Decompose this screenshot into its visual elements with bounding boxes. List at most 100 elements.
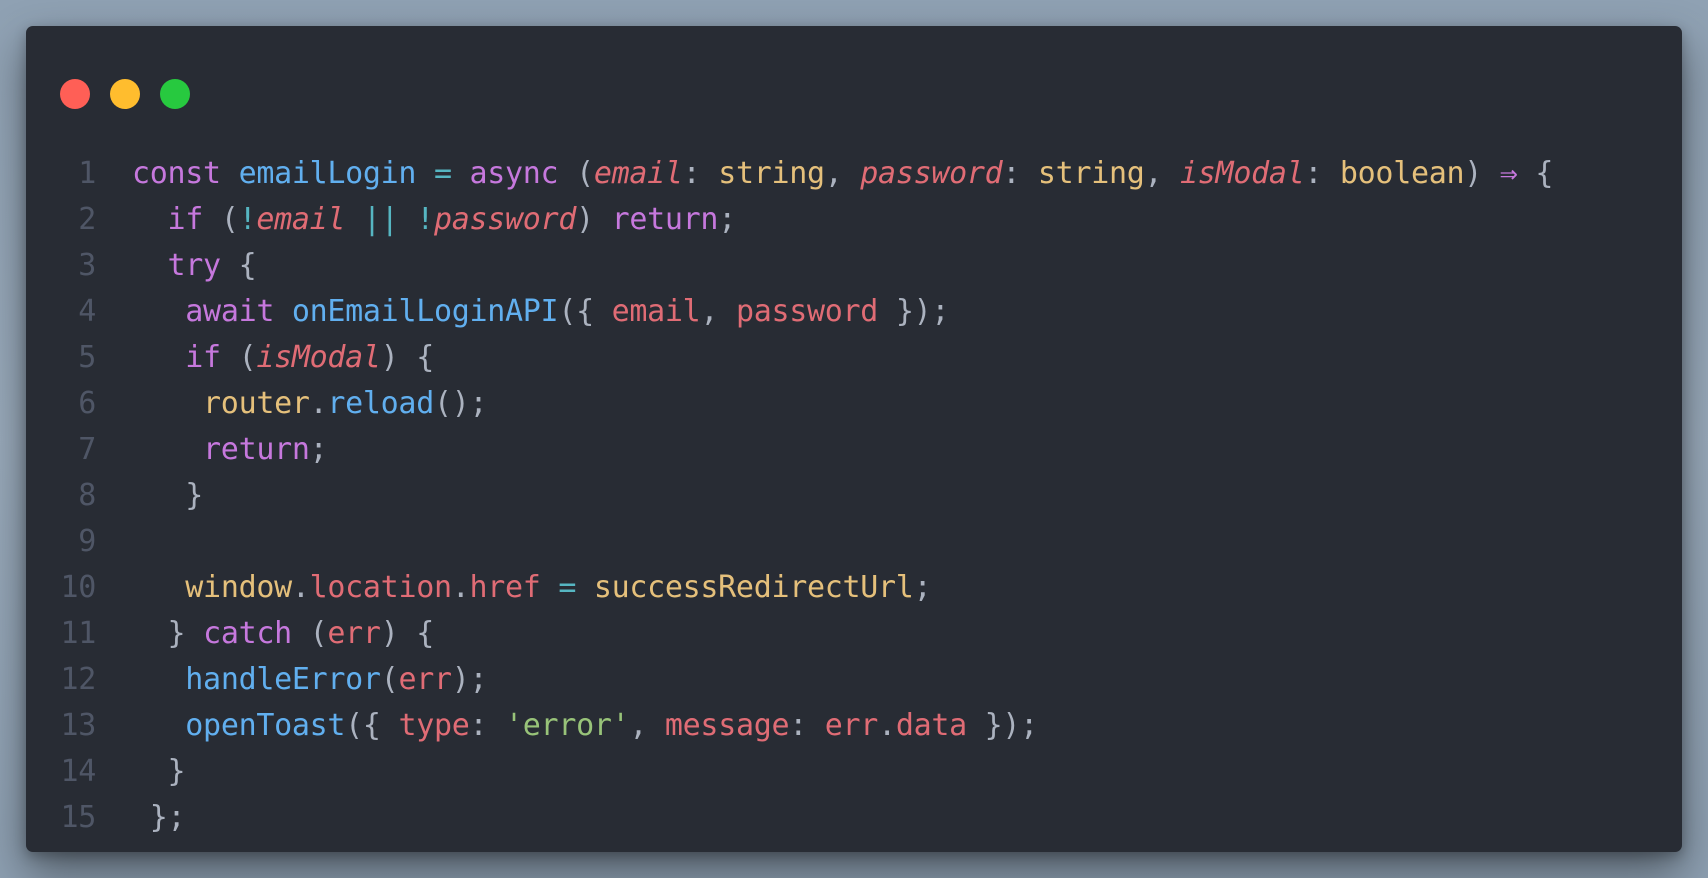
code-token: , <box>700 294 736 329</box>
code-token: password <box>735 294 896 329</box>
code-token: : <box>469 708 506 743</box>
code-line: 8 } <box>26 473 1682 519</box>
line-number: 11 <box>60 616 96 651</box>
code-token: email <box>256 202 363 237</box>
code-token: if <box>167 202 221 237</box>
line-number: 9 <box>78 524 96 559</box>
code-token: router <box>203 386 310 421</box>
code-token: } <box>185 478 204 513</box>
code-token: openToast <box>185 708 346 743</box>
code-text: if (!email || !password) return; <box>132 197 737 243</box>
code-line: 5 if (isModal) { <box>26 335 1682 381</box>
code-token: ); <box>451 662 488 697</box>
minimize-dot-icon[interactable] <box>110 79 140 109</box>
code-token: err <box>824 708 879 743</box>
code-token: (); <box>433 386 488 421</box>
code-token: } <box>167 754 186 789</box>
code-text: window.location.href = successRedirectUr… <box>132 565 931 611</box>
line-number: 14 <box>60 754 96 789</box>
code-token: err <box>398 662 452 697</box>
code-token: ( <box>380 662 399 697</box>
code-token: ( <box>238 340 257 375</box>
code-text: openToast({ type: 'error', message: err.… <box>132 703 1038 749</box>
code-token: . <box>451 570 470 605</box>
code-token: }); <box>895 294 950 329</box>
code-line: 3 try { <box>26 243 1682 289</box>
code-token: }); <box>984 708 1039 743</box>
line-number: 6 <box>78 386 96 421</box>
close-dot-icon[interactable] <box>60 79 90 109</box>
code-token: ; <box>913 570 932 605</box>
code-text: await onEmailLoginAPI({ email, password … <box>132 289 949 335</box>
code-token: = <box>433 156 470 191</box>
code-text: handleError(err); <box>132 657 487 703</box>
code-token: password <box>434 202 577 237</box>
code-token: type <box>398 708 470 743</box>
code-token: string <box>718 156 825 191</box>
code-token: : <box>682 156 719 191</box>
line-number: 4 <box>78 294 96 329</box>
code-text: if (isModal) { <box>132 335 434 381</box>
line-number: 7 <box>78 432 96 467</box>
code-token: || <box>362 202 417 237</box>
code-token: : <box>1304 156 1340 191</box>
code-token: emailLogin <box>238 156 434 191</box>
code-text: router.reload(); <box>132 381 488 427</box>
maximize-dot-icon[interactable] <box>160 79 190 109</box>
code-token: , <box>629 708 665 743</box>
code-token: return <box>611 202 719 237</box>
code-token: ! <box>416 202 434 237</box>
code-token: ) { <box>380 616 435 651</box>
code-token: async <box>469 156 577 191</box>
code-line: 1 const emailLogin = async (email: string… <box>26 151 1682 197</box>
code-line: 13 openToast({ type: 'error', message: e… <box>26 703 1682 749</box>
code-line: 9 <box>26 519 1682 565</box>
code-token: { <box>238 248 257 283</box>
code-line: 11 } catch (err) { <box>26 611 1682 657</box>
code-line: 15 }; <box>26 795 1682 841</box>
code-token: email <box>593 156 683 191</box>
code-token: ; <box>718 202 736 237</box>
code-line: 6 router.reload(); <box>26 381 1682 427</box>
code-text: try { <box>132 243 257 289</box>
code-token: href <box>469 570 559 605</box>
code-token: return <box>203 432 310 467</box>
code-line: 12 handleError(err); <box>26 657 1682 703</box>
code-token: ) { <box>380 340 435 375</box>
code-token: location <box>309 570 452 605</box>
code-token: if <box>185 340 239 375</box>
code-token: ( <box>576 156 594 191</box>
code-token: password <box>860 156 1003 191</box>
code-text: } catch (err) { <box>132 611 435 657</box>
code-token: email <box>611 294 701 329</box>
code-token: ; <box>309 432 328 467</box>
code-token: ) <box>576 202 612 237</box>
code-token: ) <box>1464 156 1500 191</box>
code-token: : <box>1002 156 1038 191</box>
code-window: 1 const emailLogin = async (email: string… <box>26 26 1682 852</box>
code-text: } <box>132 749 186 795</box>
code-line: 14 } <box>26 749 1682 795</box>
line-number: 2 <box>78 202 96 237</box>
code-token: ({ <box>345 708 399 743</box>
code-token: err <box>327 616 381 651</box>
code-token: . <box>878 708 896 743</box>
code-token: : <box>789 708 825 743</box>
code-line: 2 if (!email || !password) return; <box>26 197 1682 243</box>
code-line: 7 return; <box>26 427 1682 473</box>
code-token: ⇒ <box>1499 156 1536 191</box>
code-token: data <box>895 708 985 743</box>
line-number: 3 <box>78 248 96 283</box>
code-line: 4 await onEmailLoginAPI({ email, passwor… <box>26 289 1682 335</box>
code-token: . <box>309 386 328 421</box>
